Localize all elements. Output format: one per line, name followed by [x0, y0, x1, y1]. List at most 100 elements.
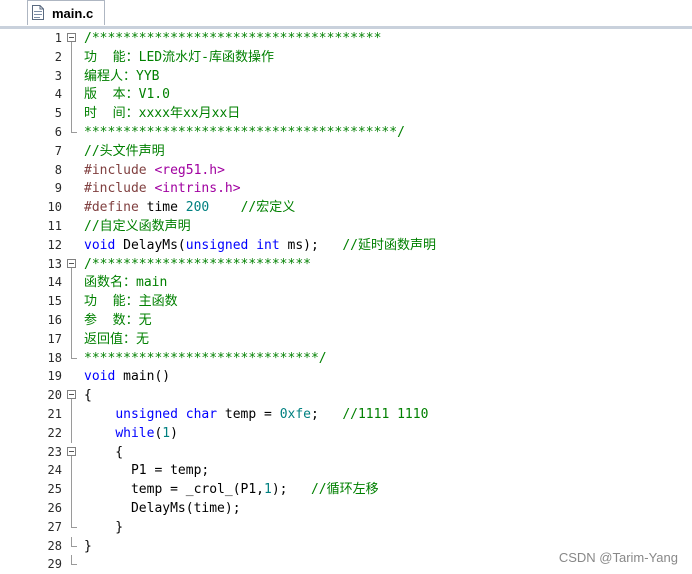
- code-token: }: [84, 519, 124, 535]
- code-line[interactable]: 16 参 数：无: [0, 311, 692, 330]
- fold-guide: [66, 311, 78, 330]
- code-line[interactable]: 23 {: [0, 443, 692, 462]
- line-number: 27: [47, 519, 62, 534]
- code-token: 1: [264, 482, 272, 498]
- code-text: 时 间：xxxx年xx月xx日: [84, 104, 240, 123]
- code-line[interactable]: 3 编程人：YYB: [0, 66, 692, 86]
- code-text: P1 = temp;: [84, 461, 209, 480]
- code-text: void DelayMs(unsigned int ms); //延时函数声明: [84, 236, 436, 255]
- code-editor[interactable]: 1/************************************* 2…: [0, 29, 692, 573]
- code-text: void main(): [84, 367, 170, 386]
- code-line[interactable]: 4 版 本：V1.0: [0, 85, 692, 105]
- fold-guide: [66, 273, 78, 293]
- code-token: unsigned int: [185, 237, 280, 253]
- code-line[interactable]: 21 unsigned char temp = 0xfe; //1111 111…: [0, 405, 692, 424]
- code-line[interactable]: 13 /****************************: [0, 255, 692, 274]
- code-line[interactable]: 22 while(1): [0, 423, 692, 443]
- code-line[interactable]: 12 void DelayMs(unsigned int ms); //延时函数声…: [0, 236, 692, 255]
- line-number: 24: [47, 463, 62, 478]
- code-line[interactable]: 6 ***************************************…: [0, 123, 692, 142]
- line-number: 12: [47, 237, 62, 252]
- fold-gutter: [66, 179, 78, 198]
- code-text: {: [84, 443, 123, 462]
- code-token: 参 数：无: [84, 313, 152, 328]
- code-line[interactable]: 2 功 能：LED流水灯-库函数操作: [0, 47, 692, 67]
- code-text: #include <reg51.h>: [84, 161, 225, 180]
- code-text: /*************************************: [84, 29, 381, 48]
- code-line[interactable]: 17 返回值：无: [0, 329, 692, 349]
- code-line[interactable]: 25 temp = _crol_(P1,1); //循环左移: [0, 480, 692, 500]
- code-token: #include: [84, 181, 155, 197]
- code-token: temp = _crol_(P1,: [84, 482, 265, 498]
- fold-collapse-icon[interactable]: [66, 386, 78, 406]
- code-line[interactable]: 24 P1 = temp;: [0, 461, 692, 481]
- line-number: 1: [54, 31, 62, 45]
- line-number: 11: [47, 219, 62, 233]
- code-line[interactable]: 10 #define time 200 //宏定义: [0, 198, 692, 217]
- code-line[interactable]: 1 /*************************************: [0, 29, 692, 48]
- code-token: 时 间：xxxx年xx月xx日: [84, 106, 241, 122]
- code-line[interactable]: 9 #include <intrins.h>: [0, 179, 692, 198]
- code-text: 参 数：无: [84, 311, 152, 330]
- fold-gutter: [66, 367, 78, 386]
- code-token: ;: [311, 407, 343, 422]
- code-token: void: [84, 369, 116, 385]
- code-text: DelayMs(time);: [84, 499, 241, 518]
- code-line[interactable]: 15 功 能：主函数: [0, 292, 692, 312]
- code-token: {: [84, 388, 92, 404]
- fold-collapse-icon[interactable]: [66, 29, 78, 48]
- line-number: 21: [47, 407, 62, 421]
- fold-gutter: [66, 236, 78, 255]
- fold-collapse-icon[interactable]: [66, 443, 78, 462]
- code-token: ******************************/: [84, 350, 327, 366]
- code-line[interactable]: 5 时 间：xxxx年xx月xx日: [0, 104, 692, 124]
- tab-main-c[interactable]: main.c: [27, 0, 105, 25]
- code-text: temp = _crol_(P1,1); //循环左移: [84, 480, 379, 499]
- code-token: {: [84, 444, 124, 460]
- code-token: time: [146, 200, 186, 216]
- code-token: 功 能：LED流水灯-库函数操作: [84, 49, 274, 65]
- code-line[interactable]: 19 void main(): [0, 367, 692, 386]
- code-line[interactable]: 11 //自定义函数声明: [0, 217, 692, 236]
- line-number: 10: [47, 200, 62, 215]
- code-token: 编程人：YYB: [84, 68, 160, 84]
- code-token: unsigned char: [115, 407, 218, 422]
- fold-guide: [66, 423, 78, 443]
- code-line[interactable]: 27 }: [0, 517, 692, 537]
- code-token: P1 = temp;: [84, 463, 210, 479]
- code-text: 版 本：V1.0: [84, 85, 170, 104]
- code-token: <reg51.h>: [154, 162, 225, 178]
- line-number: 25: [47, 482, 62, 497]
- code-line[interactable]: 20 {: [0, 386, 692, 406]
- code-text: while(1): [84, 424, 178, 443]
- code-text: ******************************/: [84, 349, 327, 368]
- code-text: unsigned char temp = 0xfe; //1111 1110: [84, 405, 428, 424]
- fold-guide: [66, 499, 78, 518]
- line-number: 4: [54, 87, 62, 102]
- code-text: #include <intrins.h>: [84, 179, 241, 198]
- editor-tab-bar: main.c: [0, 0, 692, 29]
- code-line[interactable]: 14 函数名：main: [0, 273, 692, 293]
- code-token: ms);: [279, 237, 343, 253]
- fold-end-marker: [66, 536, 78, 556]
- code-token: 功 能：主函数: [84, 294, 178, 310]
- code-text: }: [84, 518, 123, 537]
- line-number: 26: [47, 501, 62, 515]
- code-token: //头文件声明: [84, 143, 165, 159]
- code-token: DelayMs(: [115, 237, 186, 253]
- fold-gutter: [66, 217, 78, 236]
- line-number: 3: [54, 68, 62, 83]
- code-text: 功 能：LED流水灯-库函数操作: [84, 48, 274, 67]
- code-text: 功 能：主函数: [84, 292, 178, 311]
- code-line[interactable]: 8 #include <reg51.h>: [0, 161, 692, 180]
- fold-collapse-icon[interactable]: [66, 255, 78, 274]
- code-line[interactable]: 26 DelayMs(time);: [0, 499, 692, 518]
- c-file-icon: [32, 5, 44, 20]
- line-number: 5: [54, 106, 62, 121]
- code-line[interactable]: 18 ******************************/: [0, 348, 692, 368]
- code-token: //循环左移: [310, 482, 379, 498]
- fold-guide: [66, 292, 78, 312]
- code-line[interactable]: 7 //头文件声明: [0, 142, 692, 161]
- code-token: ): [170, 425, 178, 441]
